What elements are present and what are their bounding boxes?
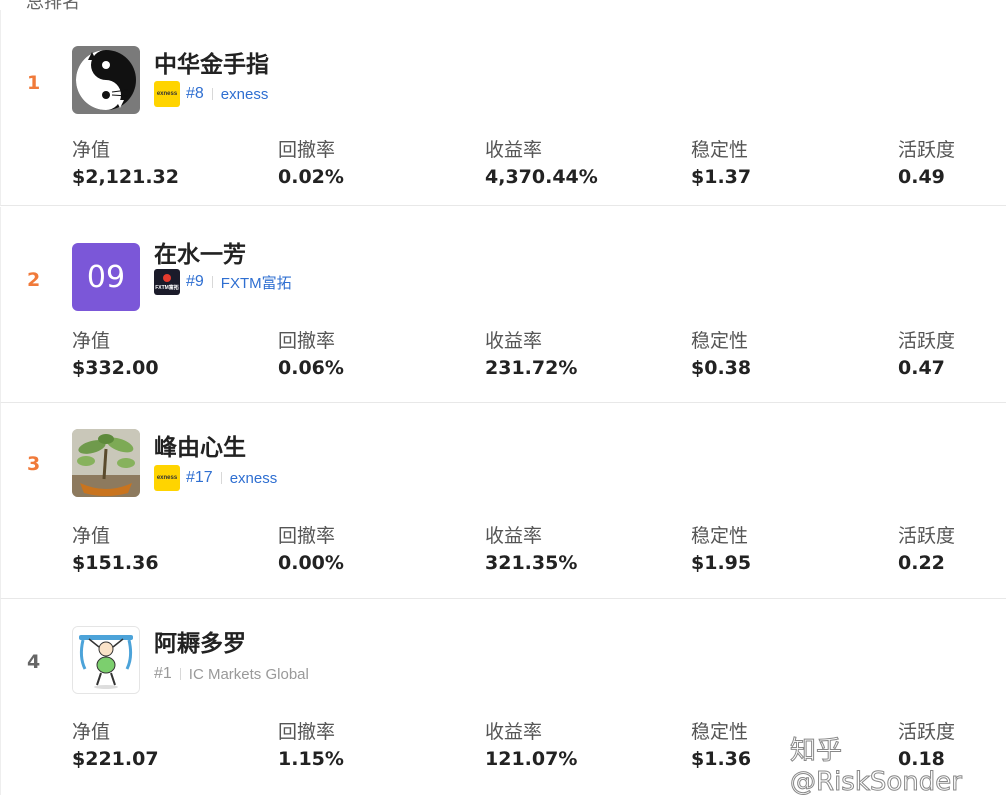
- fxtm-logo-text: FXTM富拓: [155, 284, 179, 291]
- stats-row: 净值 $151.36 回撤率 0.00% 收益率 321.35% 稳定性 $1.95 活…: [72, 524, 1002, 584]
- stat-label-net-value: 净值: [72, 525, 111, 547]
- trader-name[interactable]: 阿耨多罗: [154, 624, 246, 658]
- fxtm-logo-icon: FXTM富拓: [154, 269, 180, 295]
- stat-label-activity: 活跃度: [898, 330, 956, 352]
- fxtm-dot-icon: [163, 273, 171, 282]
- stat-label-return: 收益率: [485, 525, 543, 547]
- watermark: 知乎 @RiskSonder: [790, 736, 963, 797]
- divider: [179, 668, 181, 680]
- divider: [211, 88, 213, 100]
- stat-label-net-value: 净值: [72, 721, 111, 743]
- stat-label-activity: 活跃度: [898, 525, 956, 547]
- stat-stability: $1.37: [691, 166, 752, 188]
- stat-label-drawdown: 回撤率: [278, 139, 336, 161]
- stat-label-net-value: 净值: [72, 330, 111, 352]
- divider: [211, 276, 213, 288]
- trader-meta: FXTM富拓 #9 FXTM富拓: [154, 269, 292, 295]
- stat-drawdown: 0.02%: [278, 166, 344, 188]
- stat-activity: 0.47: [898, 357, 945, 379]
- stat-label-drawdown: 回撤率: [278, 330, 336, 352]
- potted-plant-icon: [72, 429, 140, 497]
- broker-link[interactable]: exness: [221, 86, 269, 103]
- rank-number: 4: [27, 651, 41, 673]
- rank-number: 2: [27, 269, 41, 291]
- stat-stability: $1.95: [691, 552, 752, 574]
- stat-net-value: $221.07: [72, 748, 159, 770]
- stat-label-stability: 稳定性: [691, 330, 749, 352]
- stat-stability: $1.36: [691, 748, 752, 770]
- stat-return: 321.35%: [485, 552, 578, 574]
- broker-rank-tag[interactable]: #8: [186, 85, 204, 103]
- stat-label-stability: 稳定性: [691, 525, 749, 547]
- trader-meta: exness #17 exness: [154, 465, 277, 491]
- stat-stability: $0.38: [691, 357, 752, 379]
- broker-link[interactable]: IC Markets Global: [189, 666, 309, 683]
- avatar[interactable]: [72, 626, 140, 694]
- stat-activity: 0.22: [898, 552, 945, 574]
- stat-return: 121.07%: [485, 748, 578, 770]
- stat-return: 231.72%: [485, 357, 578, 379]
- stat-label-activity: 活跃度: [898, 139, 956, 161]
- stat-net-value: $2,121.32: [72, 166, 179, 188]
- stat-label-stability: 稳定性: [691, 139, 749, 161]
- trader-meta: #1 IC Markets Global: [154, 661, 309, 687]
- stat-label-return: 收益率: [485, 139, 543, 161]
- stat-label-drawdown: 回撤率: [278, 721, 336, 743]
- broker-link[interactable]: exness: [230, 470, 278, 487]
- broker-rank-tag[interactable]: #17: [186, 469, 213, 487]
- cartoon-lifter-icon: [73, 627, 139, 693]
- trader-meta: exness #8 exness: [154, 81, 268, 107]
- broker-rank-tag[interactable]: #9: [186, 273, 204, 291]
- exness-logo-icon: exness: [154, 81, 180, 107]
- stats-row: 净值 $2,121.32 回撤率 0.02% 收益率 4,370.44% 稳定性 $1.…: [72, 138, 1002, 198]
- exness-logo-icon: exness: [154, 465, 180, 491]
- stat-net-value: $332.00: [72, 357, 159, 379]
- stat-activity: 0.49: [898, 166, 945, 188]
- rank-number: 3: [27, 453, 41, 475]
- broker-link[interactable]: FXTM富拓: [221, 272, 292, 293]
- stat-drawdown: 1.15%: [278, 748, 344, 770]
- stats-row: 净值 $332.00 回撤率 0.06% 收益率 231.72% 稳定性 $0.38 活…: [72, 329, 1002, 389]
- avatar[interactable]: 09: [72, 243, 140, 311]
- trader-name[interactable]: 峰由心生: [154, 428, 246, 462]
- yin-yang-cat-icon: [76, 50, 136, 110]
- stat-drawdown: 0.06%: [278, 357, 344, 379]
- stat-label-drawdown: 回撤率: [278, 525, 336, 547]
- avatar-initials: 09: [86, 259, 126, 295]
- trader-card[interactable]: 1 中华金手指 exness #8 exness 净值 $2,121.32 回撤率…: [0, 10, 1006, 206]
- stat-label-net-value: 净值: [72, 139, 111, 161]
- trader-card[interactable]: 3 峰由心生 exness #17 exness 净值 $151.36 回撤率 0.…: [0, 403, 1006, 599]
- avatar[interactable]: [72, 46, 140, 114]
- stat-drawdown: 0.00%: [278, 552, 344, 574]
- rank-number: 1: [27, 72, 41, 94]
- stat-label-stability: 稳定性: [691, 721, 749, 743]
- stat-return: 4,370.44%: [485, 166, 598, 188]
- broker-rank-tag[interactable]: #1: [154, 665, 172, 683]
- trader-card[interactable]: 2 09 在水一芳 FXTM富拓 #9 FXTM富拓 净值 $332.00 回撤率…: [0, 207, 1006, 403]
- avatar[interactable]: [72, 429, 140, 497]
- divider: [220, 472, 222, 484]
- trader-name[interactable]: 在水一芳: [154, 235, 246, 269]
- stat-label-return: 收益率: [485, 330, 543, 352]
- trader-name[interactable]: 中华金手指: [154, 45, 269, 79]
- stat-net-value: $151.36: [72, 552, 159, 574]
- stat-label-return: 收益率: [485, 721, 543, 743]
